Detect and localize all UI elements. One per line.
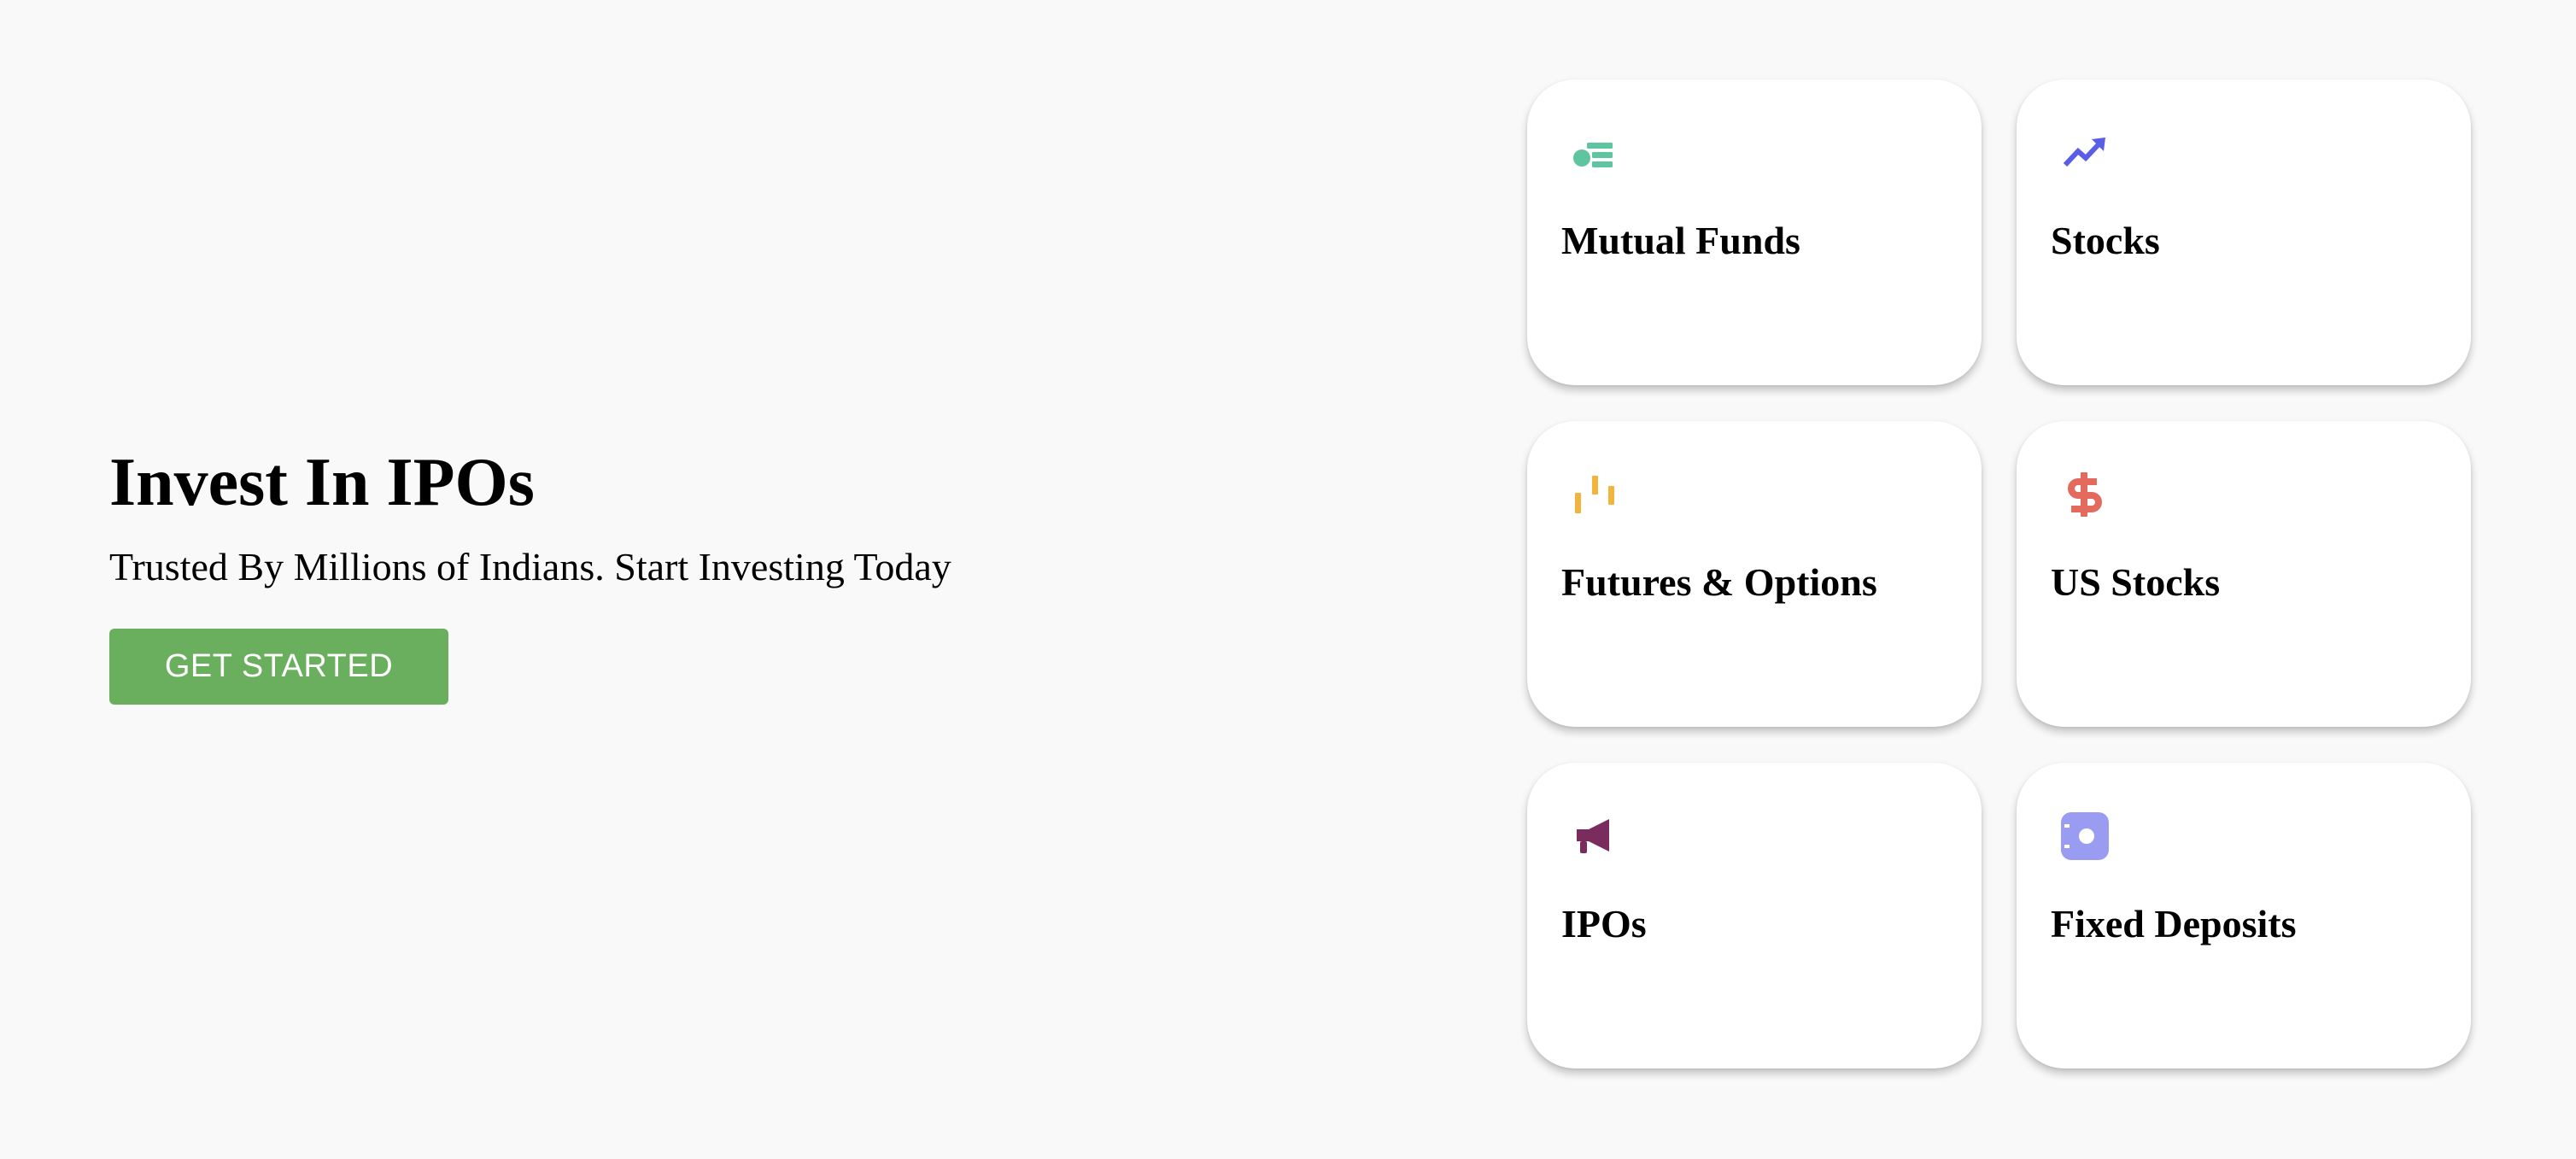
mutual-funds-icon — [1568, 126, 1623, 180]
hero-title: Invest In IPOs — [109, 445, 535, 520]
product-card-stocks[interactable]: Stocks — [2017, 79, 2471, 385]
product-card-futures-options[interactable]: Futures & Options — [1527, 421, 1982, 727]
product-label: Futures & Options — [1561, 560, 1877, 604]
product-label: Mutual Funds — [1561, 219, 1800, 262]
product-label: IPOs — [1561, 902, 1647, 945]
megaphone-icon — [1568, 809, 1623, 863]
get-started-button[interactable]: GET STARTED — [109, 629, 448, 705]
candlestick-icon — [1568, 467, 1623, 522]
product-label: Stocks — [2051, 219, 2160, 262]
hero-subtitle: Trusted By Millions of Indians. Start In… — [109, 545, 951, 588]
product-card-ipos[interactable]: IPOs — [1527, 763, 1982, 1068]
product-card-us-stocks[interactable]: US Stocks — [2017, 421, 2471, 727]
product-card-fixed-deposits[interactable]: Fixed Deposits — [2017, 763, 2471, 1068]
product-card-mutual-funds[interactable]: Mutual Funds — [1527, 79, 1982, 385]
product-label: Fixed Deposits — [2051, 902, 2297, 945]
hero-section: Invest In IPOs Trusted By Millions of In… — [109, 436, 1220, 705]
trending-up-icon — [2058, 126, 2112, 180]
safe-icon — [2058, 809, 2112, 863]
product-grid: Mutual Funds Stocks Futures & Options US… — [1527, 79, 2471, 1068]
dollar-icon — [2058, 467, 2112, 522]
product-label: US Stocks — [2051, 560, 2221, 604]
